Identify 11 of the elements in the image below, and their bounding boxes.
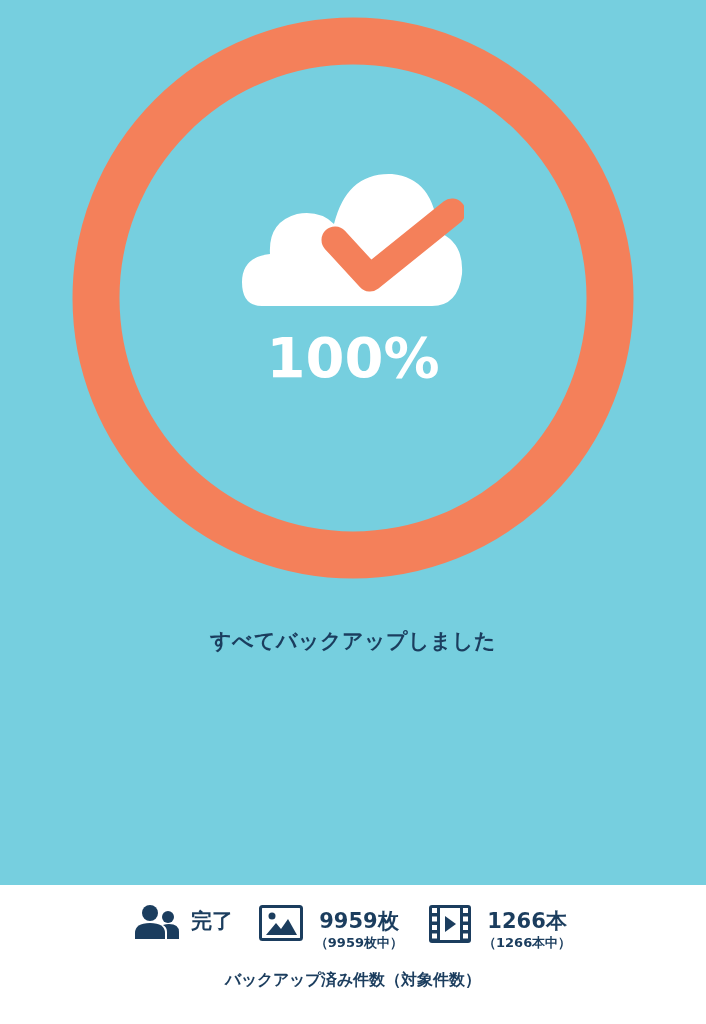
status-message: すべてバックアップしました [210, 628, 496, 655]
caption: バックアップ済み件数（対象件数） [225, 970, 481, 991]
total-label: （9959枚中） [314, 934, 403, 952]
percent-label: 100% [266, 330, 440, 386]
count-label: 9959枚 [319, 911, 399, 932]
film-icon [429, 905, 471, 943]
count-label: 1266本 [487, 911, 567, 932]
total-label: （1266本中） [483, 934, 572, 952]
count-label: 完了 [190, 911, 233, 932]
people-icon [134, 905, 179, 939]
image-icon [258, 905, 303, 941]
